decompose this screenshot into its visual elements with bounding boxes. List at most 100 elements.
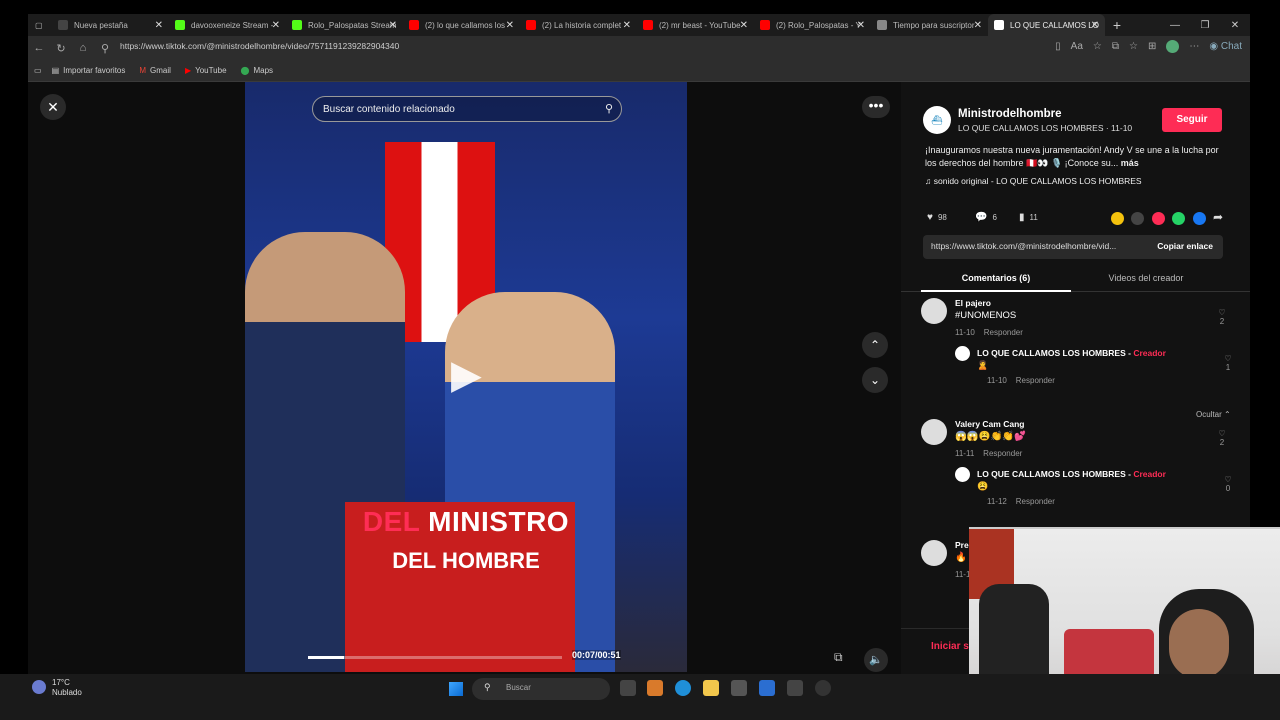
close-tab-icon[interactable]: ✕: [623, 20, 631, 31]
link-box[interactable]: https://www.tiktok.com/@ministrodelhombr…: [923, 235, 1223, 259]
obs-icon[interactable]: [815, 680, 831, 696]
bookmark-youtube[interactable]: ▶ YouTube: [185, 66, 227, 75]
follow-button[interactable]: Seguir: [1162, 108, 1222, 132]
url-field[interactable]: https://www.tiktok.com/@ministrodelhombr…: [120, 41, 399, 51]
more-link[interactable]: más: [1121, 158, 1139, 168]
close-tab-icon[interactable]: ✕: [506, 20, 514, 31]
split-screen-icon[interactable]: ▯: [1055, 41, 1061, 52]
comment-like-button[interactable]: ♡ 2: [1214, 308, 1230, 326]
video-player[interactable]: Buscar contenido relacionado ⚲ ▶ DEL MIN…: [245, 82, 687, 672]
favorites-icon[interactable]: ☆: [1129, 41, 1138, 52]
comment-button[interactable]: 💬 6: [975, 212, 997, 223]
close-tab-icon[interactable]: ✕: [389, 20, 397, 31]
browser-tab[interactable]: Nueva pestaña ✕: [52, 14, 169, 36]
reply-link[interactable]: Responder: [983, 449, 1022, 458]
favorite-star-icon[interactable]: ☆: [1093, 41, 1102, 52]
share-icon[interactable]: ➦: [1213, 210, 1223, 224]
tab-comments[interactable]: Comentarios (6): [911, 273, 1081, 283]
reply-link[interactable]: Responder: [984, 328, 1023, 337]
store-icon[interactable]: [731, 680, 747, 696]
back-icon[interactable]: ←: [28, 42, 50, 54]
previous-video-icon[interactable]: ⌃: [862, 332, 888, 358]
taskbar-search-input[interactable]: ⚲ Buscar: [472, 678, 610, 700]
outlook-icon[interactable]: [759, 680, 775, 696]
copilot-icon[interactable]: ◉ Chat: [1209, 41, 1242, 52]
restore-icon[interactable]: ❐: [1190, 20, 1220, 31]
avatar[interactable]: [921, 540, 947, 566]
browser-tab[interactable]: (2) mr beast - YouTube ✕: [637, 14, 754, 36]
search-icon[interactable]: ⚲: [605, 102, 613, 115]
comment-username[interactable]: El pajero: [955, 298, 991, 308]
extensions-icon[interactable]: ⧉: [1112, 41, 1119, 52]
progress-bar[interactable]: [308, 656, 562, 659]
comment-like-button[interactable]: ♡ 2: [1214, 429, 1230, 447]
minimize-icon[interactable]: —: [1160, 20, 1190, 31]
close-tab-icon[interactable]: ✕: [155, 20, 163, 31]
reply-username[interactable]: LO QUE CALLAMOS LOS HOMBRES - Creador: [977, 469, 1166, 479]
author-name[interactable]: Ministrodelhombre: [958, 108, 1062, 120]
sound-link[interactable]: ♫ sonido original - LO QUE CALLAMOS LOS …: [925, 176, 1142, 186]
widgets-icon[interactable]: [647, 680, 663, 696]
avatar[interactable]: [955, 467, 970, 482]
browser-tab[interactable]: LO QUE CALLAMOS LO ✕: [988, 14, 1105, 36]
embed-icon[interactable]: [1131, 212, 1144, 225]
facebook-icon[interactable]: [1193, 212, 1206, 225]
bookmark-maps[interactable]: ⬤ Maps: [241, 66, 274, 75]
more-options-icon[interactable]: •••: [862, 96, 890, 118]
save-button[interactable]: ▮ 11: [1019, 212, 1038, 223]
comment-username[interactable]: Valery Cam Cang: [955, 419, 1024, 429]
comment-username[interactable]: Pre: [955, 540, 969, 550]
read-aloud-icon[interactable]: Aa: [1071, 41, 1083, 52]
profile-icon[interactable]: [1166, 40, 1180, 53]
windows-start-icon[interactable]: [449, 682, 463, 696]
related-search-input[interactable]: Buscar contenido relacionado ⚲: [312, 96, 622, 122]
browser-tab[interactable]: (2) La historia complet ✕: [520, 14, 637, 36]
avatar[interactable]: [921, 298, 947, 324]
login-link[interactable]: Iniciar s: [931, 641, 969, 652]
reply-username[interactable]: LO QUE CALLAMOS LOS HOMBRES - Creador: [977, 348, 1166, 358]
picture-in-picture-icon[interactable]: ⧉: [834, 650, 843, 665]
copy-link-button[interactable]: Copiar enlace: [1157, 241, 1213, 251]
collections-icon[interactable]: ⊞: [1148, 41, 1156, 52]
hide-replies-link[interactable]: Ocultar ⌃: [1196, 410, 1231, 419]
browser-tab[interactable]: davooxeneize Stream - ✕: [169, 14, 286, 36]
file-explorer-icon[interactable]: [703, 680, 719, 696]
close-tab-icon[interactable]: ✕: [974, 20, 982, 31]
edge-icon[interactable]: [675, 680, 691, 696]
task-view-icon[interactable]: [620, 680, 636, 696]
reply-link[interactable]: Responder: [1016, 376, 1055, 385]
browser-tab[interactable]: (2) Rolo_Palospatas - Y ✕: [754, 14, 871, 36]
reload-icon[interactable]: ↻: [50, 42, 72, 55]
browser-tab[interactable]: (2) lo que callamos los ✕: [403, 14, 520, 36]
like-button[interactable]: ♥ 98: [927, 212, 947, 223]
home-icon[interactable]: ⌂: [72, 42, 94, 54]
new-tab-icon[interactable]: +: [1105, 17, 1129, 33]
volume-icon[interactable]: 🔈: [864, 648, 888, 672]
bookmark-gmail[interactable]: M Gmail: [139, 66, 171, 75]
reply-link[interactable]: Responder: [1016, 497, 1055, 506]
close-tab-icon[interactable]: ✕: [1091, 20, 1099, 31]
avatar[interactable]: [955, 346, 970, 361]
browser-tab[interactable]: Tiempo para suscriptor ✕: [871, 14, 988, 36]
send-icon[interactable]: [1152, 212, 1165, 225]
whatsapp-icon[interactable]: [1172, 212, 1185, 225]
tab-actions-icon[interactable]: ▢: [28, 14, 52, 36]
close-tab-icon[interactable]: ✕: [857, 20, 865, 31]
next-video-icon[interactable]: ⌄: [862, 367, 888, 393]
browser-tab[interactable]: Rolo_Palospatas Stream ✕: [286, 14, 403, 36]
friends-share-icon[interactable]: [1111, 212, 1124, 225]
close-tab-icon[interactable]: ✕: [740, 20, 748, 31]
tab-creator-videos[interactable]: Videos del creador: [1061, 273, 1231, 283]
reply-like-button[interactable]: ♡ 1: [1220, 354, 1236, 372]
close-tab-icon[interactable]: ✕: [272, 20, 280, 31]
sidebar-toggle-icon[interactable]: ▭: [34, 66, 42, 75]
site-info-icon[interactable]: ⚲: [94, 42, 116, 55]
app-icon[interactable]: [787, 680, 803, 696]
close-icon[interactable]: ✕: [40, 94, 66, 120]
avatar[interactable]: [921, 419, 947, 445]
reply-like-button[interactable]: ♡ 0: [1220, 475, 1236, 493]
bookmark-import[interactable]: ▤ Importar favoritos: [52, 66, 126, 75]
play-icon[interactable]: ▶: [451, 352, 482, 398]
weather-widget[interactable]: 17°C Nublado: [32, 678, 82, 698]
close-window-icon[interactable]: ✕: [1220, 20, 1250, 31]
